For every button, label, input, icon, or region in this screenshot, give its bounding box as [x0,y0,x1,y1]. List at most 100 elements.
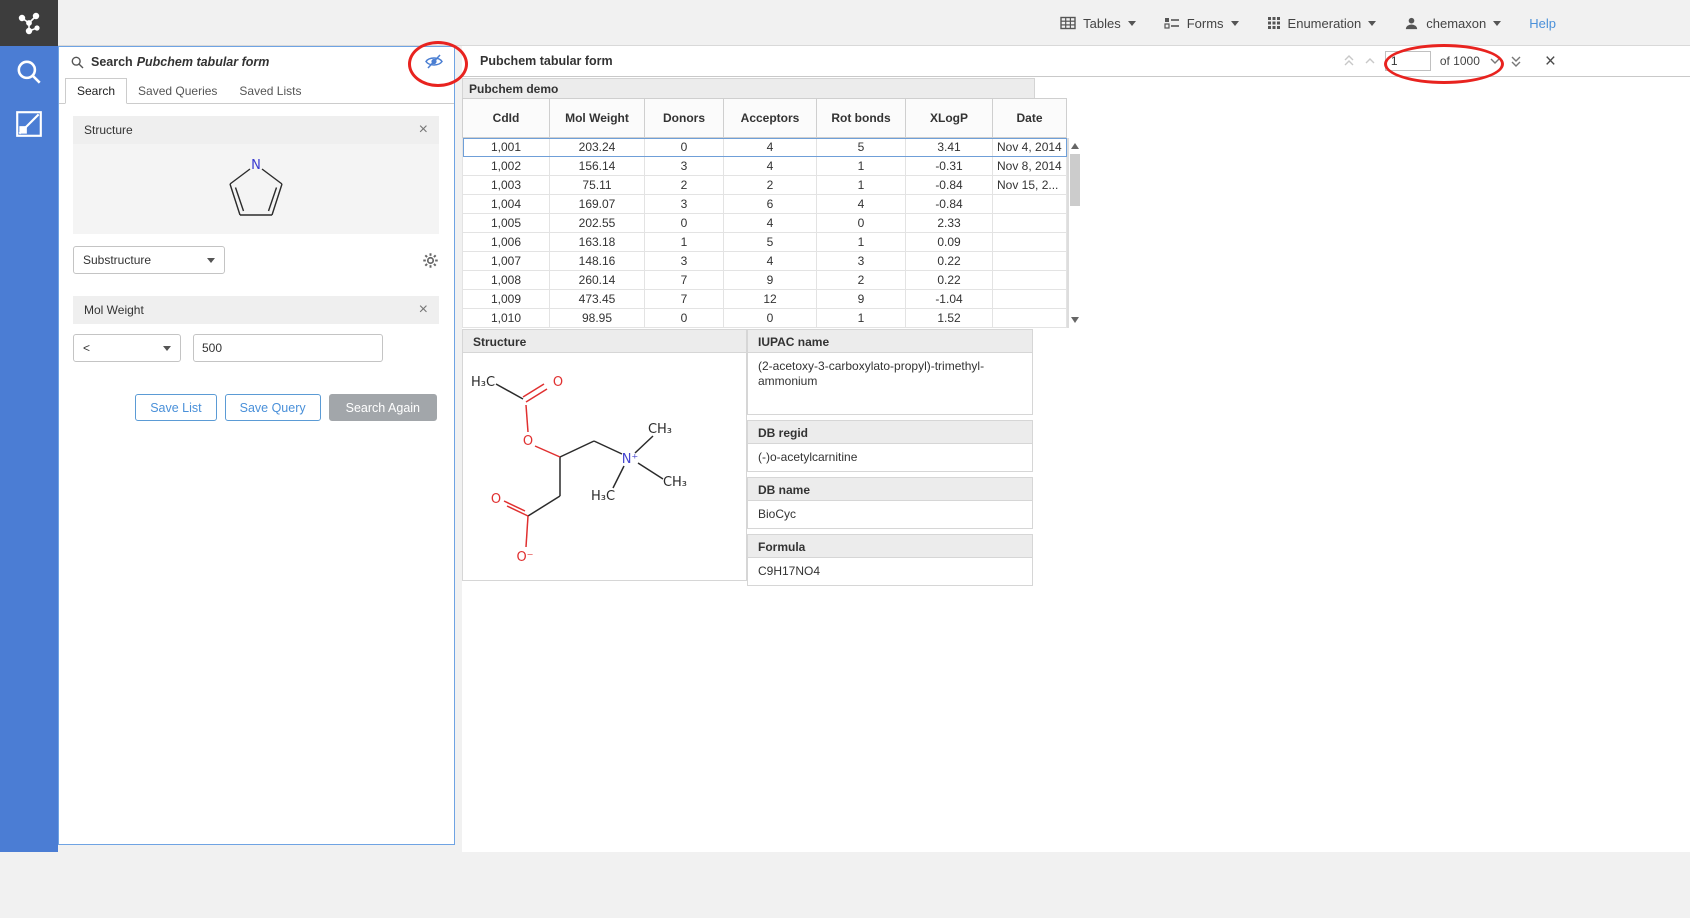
rail-forms-button[interactable] [0,98,58,150]
grid-cell[interactable]: 1,004 [463,195,550,214]
grid-cell[interactable]: 202.55 [550,214,645,233]
table-row[interactable]: 1,008260.147920.22 [463,271,1067,290]
column-header[interactable]: Rot bonds [817,99,906,138]
grid-cell[interactable]: 0.22 [906,271,993,290]
grid-cell[interactable]: 169.07 [550,195,645,214]
tab-saved-lists[interactable]: Saved Lists [228,79,312,103]
grid-cell[interactable]: 6 [724,195,817,214]
grid-cell[interactable]: Nov 15, 2... [993,176,1067,195]
grid-cell[interactable]: 473.45 [550,290,645,309]
remove-structure-filter-button[interactable]: × [419,122,428,138]
table-row[interactable]: 1,005202.550402.33 [463,214,1067,233]
grid-cell[interactable]: 1,006 [463,233,550,252]
grid-cell[interactable]: 1,008 [463,271,550,290]
grid-cell[interactable] [993,233,1067,252]
grid-cell[interactable]: 75.11 [550,176,645,195]
grid-cell[interactable]: 98.95 [550,309,645,328]
column-header[interactable]: Mol Weight [550,99,645,138]
grid-cell[interactable]: 260.14 [550,271,645,290]
column-header[interactable]: XLogP [906,99,993,138]
grid-cell[interactable]: 163.18 [550,233,645,252]
remove-molweight-filter-button[interactable]: × [419,302,428,318]
menu-user-chemaxon[interactable]: chemaxon [1404,16,1501,31]
scroll-up-arrow[interactable] [1071,143,1079,149]
grid-cell[interactable]: 156.14 [550,157,645,176]
grid-cell[interactable]: 0.22 [906,252,993,271]
table-row[interactable]: 1,001203.240453.41Nov 4, 2014 [463,138,1067,157]
grid-cell[interactable]: 3 [645,157,724,176]
grid-cell[interactable]: 0 [817,214,906,233]
hide-search-panel-button[interactable] [424,53,444,75]
grid-cell[interactable] [993,309,1067,328]
grid-cell[interactable]: 0 [645,138,724,157]
jump-first-button[interactable] [1343,55,1355,67]
grid-cell[interactable]: 0 [724,309,817,328]
molweight-operator-select[interactable]: < [73,334,181,362]
column-header[interactable]: Donors [645,99,724,138]
grid-cell[interactable]: 1,005 [463,214,550,233]
grid-cell[interactable]: 148.16 [550,252,645,271]
grid-cell[interactable]: 1.52 [906,309,993,328]
grid-cell[interactable]: 3 [817,252,906,271]
menu-tables[interactable]: Tables [1060,16,1136,31]
chemaxon-logo[interactable] [0,0,58,46]
structure-options-gear-icon[interactable] [422,252,439,269]
prev-record-button[interactable] [1364,55,1376,67]
grid-cell[interactable]: 1,003 [463,176,550,195]
search-type-select[interactable]: Substructure [73,246,225,274]
tab-search[interactable]: Search [65,78,127,104]
grid-cell[interactable] [993,271,1067,290]
grid-cell[interactable]: 4 [817,195,906,214]
record-number-input[interactable] [1385,51,1431,71]
grid-cell[interactable]: 9 [724,271,817,290]
grid-cell[interactable]: 2 [724,176,817,195]
grid-cell[interactable]: 203.24 [550,138,645,157]
grid-cell[interactable]: 5 [817,138,906,157]
grid-cell[interactable]: 1,007 [463,252,550,271]
table-row[interactable]: 1,007148.163430.22 [463,252,1067,271]
table-row[interactable]: 1,006163.181510.09 [463,233,1067,252]
grid-cell[interactable]: -0.84 [906,195,993,214]
grid-cell[interactable]: 0.09 [906,233,993,252]
grid-cell[interactable]: 7 [645,271,724,290]
column-header[interactable]: Date [993,99,1067,138]
grid-cell[interactable]: 1,009 [463,290,550,309]
grid-cell[interactable]: 1 [817,233,906,252]
grid-cell[interactable]: 7 [645,290,724,309]
grid-cell[interactable]: 9 [817,290,906,309]
grid-cell[interactable]: 4 [724,138,817,157]
grid-cell[interactable]: 3 [645,195,724,214]
grid-cell[interactable]: 4 [724,214,817,233]
grid-cell[interactable]: 1 [645,233,724,252]
grid-cell[interactable]: 4 [724,252,817,271]
grid-cell[interactable]: 0 [645,214,724,233]
grid-cell[interactable]: Nov 4, 2014 [993,138,1067,157]
scrollbar-thumb[interactable] [1070,154,1080,206]
save-list-button[interactable]: Save List [135,394,216,421]
save-query-button[interactable]: Save Query [225,394,321,421]
column-header[interactable]: CdId [463,99,550,138]
table-row[interactable]: 1,00375.11221-0.84Nov 15, 2... [463,176,1067,195]
grid-cell[interactable]: 1 [817,309,906,328]
grid-cell[interactable]: 2 [645,176,724,195]
grid-cell[interactable] [993,290,1067,309]
tab-saved-queries[interactable]: Saved Queries [127,79,228,103]
grid-cell[interactable] [993,252,1067,271]
help-link[interactable]: Help [1529,16,1556,31]
grid-cell[interactable]: 3.41 [906,138,993,157]
jump-last-button[interactable] [1510,55,1522,67]
grid-cell[interactable]: 1,010 [463,309,550,328]
grid-cell[interactable]: 2 [817,271,906,290]
table-row[interactable]: 1,009473.457129-1.04 [463,290,1067,309]
grid-cell[interactable]: 1,002 [463,157,550,176]
grid-cell[interactable] [993,214,1067,233]
grid-cell[interactable]: 1 [817,157,906,176]
menu-enumeration[interactable]: Enumeration [1267,16,1377,31]
rail-search-button[interactable] [0,46,58,98]
grid-cell[interactable]: 0 [645,309,724,328]
column-header[interactable]: Acceptors [724,99,817,138]
table-row[interactable]: 1,002156.14341-0.31Nov 8, 2014 [463,157,1067,176]
table-row[interactable]: 1,01098.950011.52 [463,309,1067,328]
grid-cell[interactable] [993,195,1067,214]
structure-query-canvas[interactable]: N [73,144,439,234]
